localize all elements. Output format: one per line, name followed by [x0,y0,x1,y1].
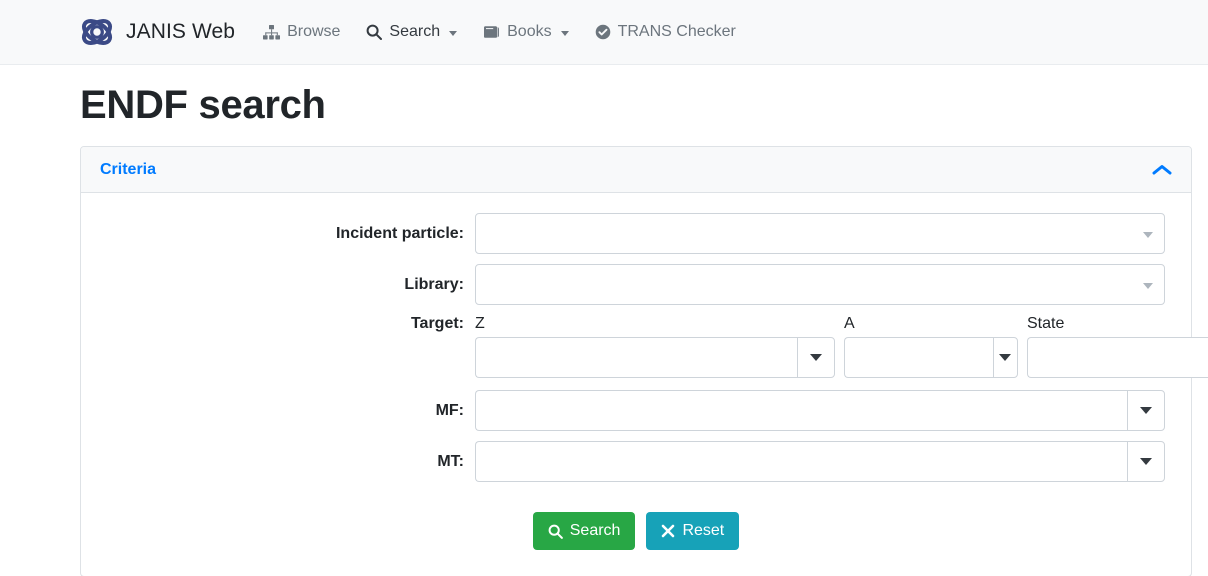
chevron-up-icon[interactable] [1151,163,1173,177]
nav-item-trans-checker-label: TRANS Checker [617,23,736,40]
mf-input[interactable] [475,390,1127,431]
mf-input-group [475,390,1165,431]
caret-down-icon [1140,458,1152,465]
caret-down-icon [810,354,822,361]
page-container: ENDF search Criteria Incident particle: [0,83,1208,576]
mf-field-area [475,390,1165,431]
nav-item-browse-label: Browse [287,23,341,40]
search-icon [548,524,563,539]
navbar: JANIS Web Browse Search Books TRANS Chec… [0,0,1208,65]
mt-input-group [475,441,1165,482]
chevron-down-icon [560,30,569,36]
times-icon [661,524,675,538]
incident-particle-field-area [475,213,1165,254]
search-icon [366,24,383,40]
brand-link[interactable]: JANIS Web [78,13,235,51]
field-row-incident-particle: Incident particle: [107,213,1165,254]
target-column-state-label: State [1027,315,1065,332]
library-field-area [475,264,1165,305]
caret-down-icon [999,354,1012,361]
mt-dropdown-button[interactable] [1127,441,1165,482]
reset-button[interactable]: Reset [646,512,740,550]
mt-input[interactable] [475,441,1127,482]
criteria-card-header[interactable]: Criteria [81,147,1191,193]
nav-item-search[interactable]: Search [366,23,458,40]
reset-button-label: Reset [682,522,725,539]
field-row-library: Library: [107,264,1165,305]
library-label: Library: [404,275,464,293]
caret-down-icon [1143,231,1153,238]
navbar-menu: Browse Search Books TRANS Checker [263,24,736,40]
target-z-input[interactable] [475,337,797,378]
target-state-group [1027,337,1208,378]
target-state-input[interactable] [1027,337,1208,378]
check-circle-icon [595,24,611,40]
target-a-group [844,337,1018,378]
target-a-input-group [844,337,1018,378]
criteria-card-body: Incident particle: Library: Target: Z A … [81,193,1208,576]
mt-field-area [475,441,1165,482]
nav-item-books-label: Books [507,23,552,40]
incident-particle-select[interactable] [475,213,1165,254]
brand-text: JANIS Web [126,20,236,43]
mf-dropdown-button[interactable] [1127,390,1165,431]
book-icon [483,25,500,39]
target-label: Target: [410,315,464,332]
field-row-mt: MT: [107,441,1165,482]
mf-label: MF: [435,401,464,419]
target-column-a-label: A [844,315,855,332]
criteria-toggle-link[interactable]: Criteria [100,161,156,179]
target-field-row [107,337,1208,378]
mt-label: MT: [437,452,464,470]
search-button[interactable]: Search [532,512,636,550]
target-state-input-group [1027,337,1208,378]
target-a-input[interactable] [844,337,993,378]
field-row-mf: MF: [107,390,1165,431]
nav-item-browse[interactable]: Browse [263,24,340,40]
nav-item-search-label: Search [389,23,441,40]
target-column-headers: Target: Z A State [107,315,1165,333]
janis-atom-logo-icon [78,13,116,51]
caret-down-icon [1140,407,1152,414]
nav-item-trans-checker[interactable]: TRANS Checker [595,24,736,40]
sitemap-icon [263,24,281,40]
page-title: ENDF search [80,83,326,127]
target-a-dropdown-button[interactable] [992,337,1018,378]
library-select[interactable] [475,264,1165,305]
target-z-input-group [475,337,835,378]
criteria-card: Criteria Incident particle: Library: Tar… [80,146,1208,576]
caret-down-icon [1143,282,1153,289]
target-z-dropdown-button[interactable] [797,337,835,378]
nav-item-books[interactable]: Books [483,23,569,40]
search-button-label: Search [569,522,621,539]
form-actions: Search Reset [107,512,1165,550]
chevron-down-icon [449,30,458,36]
target-z-group [475,337,835,378]
target-column-z-label: Z [475,315,485,332]
incident-particle-label: Incident particle: [335,224,464,242]
